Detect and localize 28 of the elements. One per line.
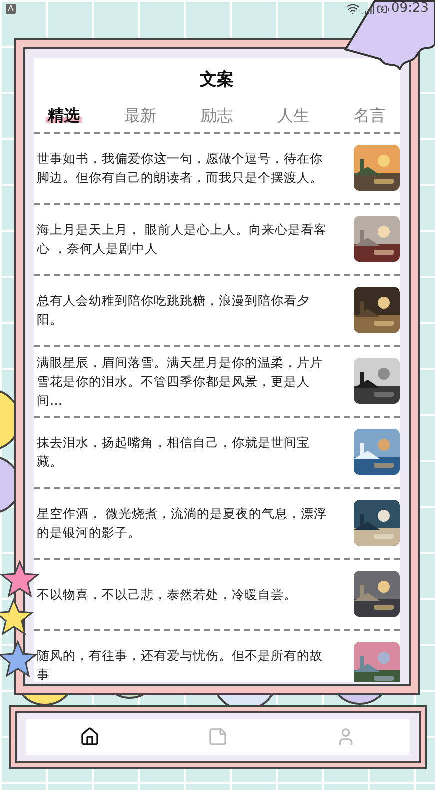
quote-item[interactable]: 总有人会幼稚到陪你吃跳跳糖，浪漫到陪你看夕阳。 [34, 276, 400, 346]
quote-text: 抹去泪水，扬起嘴角，相信自己，你就是世间宝藏。 [37, 434, 311, 471]
quote-text: 不以物喜，不以己悲，泰然若处，冷暖自尝。 [37, 586, 298, 604]
quote-text: 总有人会幼稚到陪你吃跳跳糖，浪漫到陪你看夕阳。 [37, 292, 311, 329]
category-tab[interactable]: 最新 [122, 104, 158, 128]
quote-item[interactable]: 海上月是天上月， 眼前人是心上人。向来心是看客心 ，奈何人是剧中人 [34, 204, 400, 276]
category-tab[interactable]: 名言 [352, 104, 388, 128]
quote-item[interactable]: 抹去泪水，扬起嘴角，相信自己，你就是世间宝藏。 [34, 418, 400, 488]
quote-item[interactable]: 世事如书，我偏爱你这一句，愿做个逗号，待在你脚边。但你有自己的朗读者，而我只是个摆渡人。 [34, 134, 400, 204]
signal-icon [362, 2, 375, 16]
quote-text: 随风的，有往事，还有爱与忧伤。但不是所有的故事 [37, 647, 324, 682]
home-icon [80, 727, 100, 747]
quote-item[interactable]: 星空作酒， 微光烧煮，流淌的是夏夜的气息，漂浮的是银河的影子。 [34, 488, 400, 560]
quote-text: 满眼星辰，眉间落雪。满天星月是你的温柔，片片雪花是你的泪水。不管四季你都是风景，更是人间… [37, 354, 324, 410]
quote-item[interactable]: 随风的，有往事，还有爱与忧伤。但不是所有的故事 [34, 630, 400, 682]
note-icon [208, 727, 228, 747]
wifi-icon [346, 2, 360, 16]
notification-icon: A [6, 4, 16, 14]
category-tab[interactable]: 人生 [276, 104, 312, 128]
quote-text: 海上月是天上月， 眼前人是心上人。向来心是看客心 ，奈何人是剧中人 [37, 221, 327, 258]
quote-item[interactable]: 不以物喜，不以己悲，泰然若处，冷暖自尝。 [34, 560, 400, 630]
clock: 09:23 [392, 0, 429, 18]
page-title: 文案 [200, 69, 234, 92]
quote-text: 星空作酒， 微光烧煮，流淌的是夏夜的气息，漂浮的是银河的影子。 [37, 505, 327, 542]
quote-text: 世事如书，我偏爱你这一句，愿做个逗号，待在你脚边。但你有自己的朗读者，而我只是个摆渡人。 [37, 150, 324, 187]
battery-icon [376, 2, 390, 16]
quote-item[interactable]: 满眼星辰，眉间落雪。满天星月是你的温柔，片片雪花是你的泪水。不管四季你都是风景，更是人间… [34, 346, 400, 418]
category-tab[interactable]: 励志 [199, 104, 235, 128]
